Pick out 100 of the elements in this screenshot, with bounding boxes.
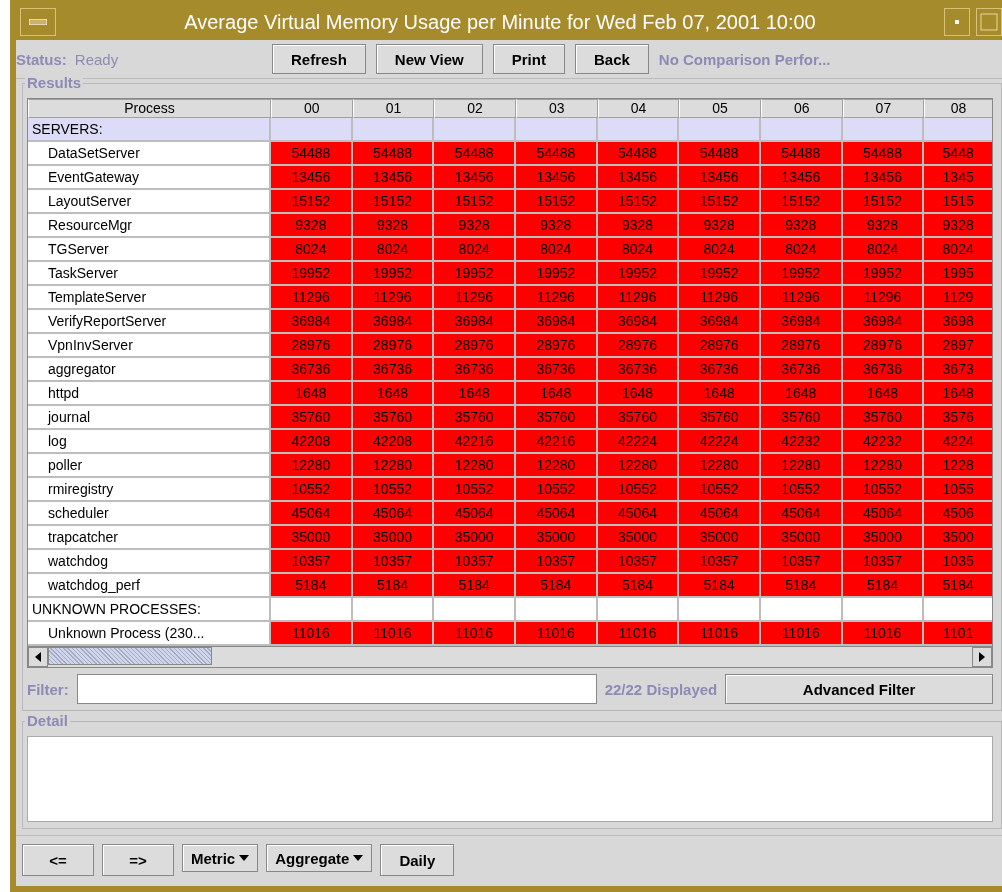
column-header[interactable]: 02	[434, 99, 516, 118]
left-arrow-icon	[35, 652, 41, 662]
value-cell: 1055	[924, 478, 992, 502]
group-cell: SERVERS:	[28, 118, 271, 142]
value-cell: 28976	[679, 334, 761, 358]
toolbar-button[interactable]: Refresh	[272, 44, 366, 74]
value-cell: 1101	[924, 622, 992, 646]
filter-field[interactable]	[76, 674, 597, 704]
value-cell: 15152	[761, 190, 843, 214]
value-cell: 10552	[434, 478, 516, 502]
value-cell: 5184	[842, 574, 925, 598]
value-cell: 13456	[434, 166, 516, 190]
value-cell: 11296	[434, 286, 516, 310]
toolbar-button[interactable]: Print	[492, 44, 565, 74]
value-cell: 35000	[352, 526, 435, 550]
window-title: Average Virtual Memory Usage per Minute for Wed Feb 07, 2001 10:00	[183, 10, 817, 34]
value-cell: 9328	[434, 214, 516, 238]
value-cell: 1648	[842, 382, 925, 406]
value-cell: 9328	[271, 214, 353, 238]
value-cell: 9328	[924, 214, 992, 238]
column-header[interactable]: 01	[352, 99, 435, 118]
process-cell: watchdog	[28, 550, 272, 574]
column-header[interactable]: 03	[515, 99, 598, 118]
value-cell: 13456	[761, 166, 843, 190]
column-header[interactable]: 04	[597, 99, 680, 118]
column-header[interactable]: 06	[760, 99, 843, 118]
value-cell: 5184	[679, 574, 761, 598]
dropdown-button[interactable]: Metric	[182, 844, 259, 872]
value-cell: 5448	[924, 142, 992, 166]
value-cell: 11016	[352, 622, 435, 646]
value-cell: 28976	[352, 334, 435, 358]
value-cell: 11296	[352, 286, 435, 310]
value-cell: 1228	[924, 454, 992, 478]
window-menu-button[interactable]	[20, 8, 56, 36]
value-cell: 12280	[434, 454, 516, 478]
value-cell: 11016	[271, 622, 353, 646]
toolbar-button[interactable]: New View	[375, 44, 483, 74]
scroll-right-button[interactable]	[972, 647, 992, 667]
nav-button[interactable]: <=	[22, 844, 94, 876]
value-cell: 1648	[761, 382, 843, 406]
value-cell: 36736	[434, 358, 516, 382]
value-cell: 8024	[271, 238, 353, 262]
value-cell: 12280	[679, 454, 761, 478]
process-cell: trapcatcher	[28, 526, 272, 550]
value-cell: 35000	[679, 526, 761, 550]
value-cell: 11296	[597, 286, 680, 310]
column-header[interactable]: Process	[28, 99, 271, 118]
value-cell: 35000	[516, 526, 598, 550]
value-cell: 4506	[924, 502, 992, 526]
nav-button[interactable]: Daily	[380, 844, 455, 876]
process-cell: TGServer	[28, 238, 272, 262]
value-cell: 36984	[434, 310, 516, 334]
value-cell: 1648	[434, 382, 516, 406]
value-cell: 45064	[516, 502, 598, 526]
value-cell: 12280	[761, 454, 843, 478]
value-cell: 11016	[842, 622, 925, 646]
value-cell: 2897	[924, 334, 992, 358]
value-cell: 11016	[679, 622, 761, 646]
value-cell: 10357	[516, 550, 598, 574]
minimize-button[interactable]	[944, 8, 970, 36]
detail-title: Detail	[25, 713, 70, 729]
column-header[interactable]: 00	[271, 99, 353, 118]
value-cell: 54488	[516, 142, 598, 166]
value-cell: 10552	[761, 478, 843, 502]
value-cell: 11296	[516, 286, 598, 310]
value-cell: 19952	[679, 262, 761, 286]
column-header[interactable]: 05	[679, 99, 761, 118]
value-cell: 1648	[679, 382, 761, 406]
value-cell: 35000	[434, 526, 516, 550]
value-cell: 35760	[352, 406, 435, 430]
value-cell: 1648	[271, 382, 353, 406]
value-cell: 13456	[679, 166, 761, 190]
toolbar-button[interactable]: Back	[574, 44, 649, 74]
scrollbar-thumb[interactable]	[48, 647, 212, 665]
filter-label: Filter:	[27, 680, 69, 698]
value-cell: 8024	[597, 238, 680, 262]
dropdown-button[interactable]: Aggregate	[266, 844, 373, 872]
caret-icon	[239, 855, 250, 861]
process-cell: ResourceMgr	[28, 214, 272, 238]
value-cell: 8024	[924, 238, 992, 262]
value-cell: 19952	[271, 262, 353, 286]
advanced-filter-button[interactable]: Advanced Filter	[725, 674, 993, 704]
value-cell: 8024	[434, 238, 516, 262]
value-cell: 10357	[679, 550, 761, 574]
value-cell: 54488	[271, 142, 353, 166]
value-cell: 10552	[352, 478, 435, 502]
column-header[interactable]: 07	[842, 99, 925, 118]
value-cell: 36736	[271, 358, 353, 382]
value-cell: 9328	[597, 214, 680, 238]
value-cell: 10357	[271, 550, 353, 574]
value-cell: 42208	[271, 430, 353, 454]
value-cell: 15152	[352, 190, 435, 214]
value-cell: 42232	[761, 430, 843, 454]
maximize-button[interactable]	[976, 8, 1002, 36]
value-cell: 35000	[597, 526, 680, 550]
value-cell: 3500	[924, 526, 992, 550]
value-cell: 11016	[434, 622, 516, 646]
process-cell: VerifyReportServer	[28, 310, 272, 334]
nav-button[interactable]: =>	[102, 844, 174, 876]
scroll-left-button[interactable]	[28, 647, 48, 667]
